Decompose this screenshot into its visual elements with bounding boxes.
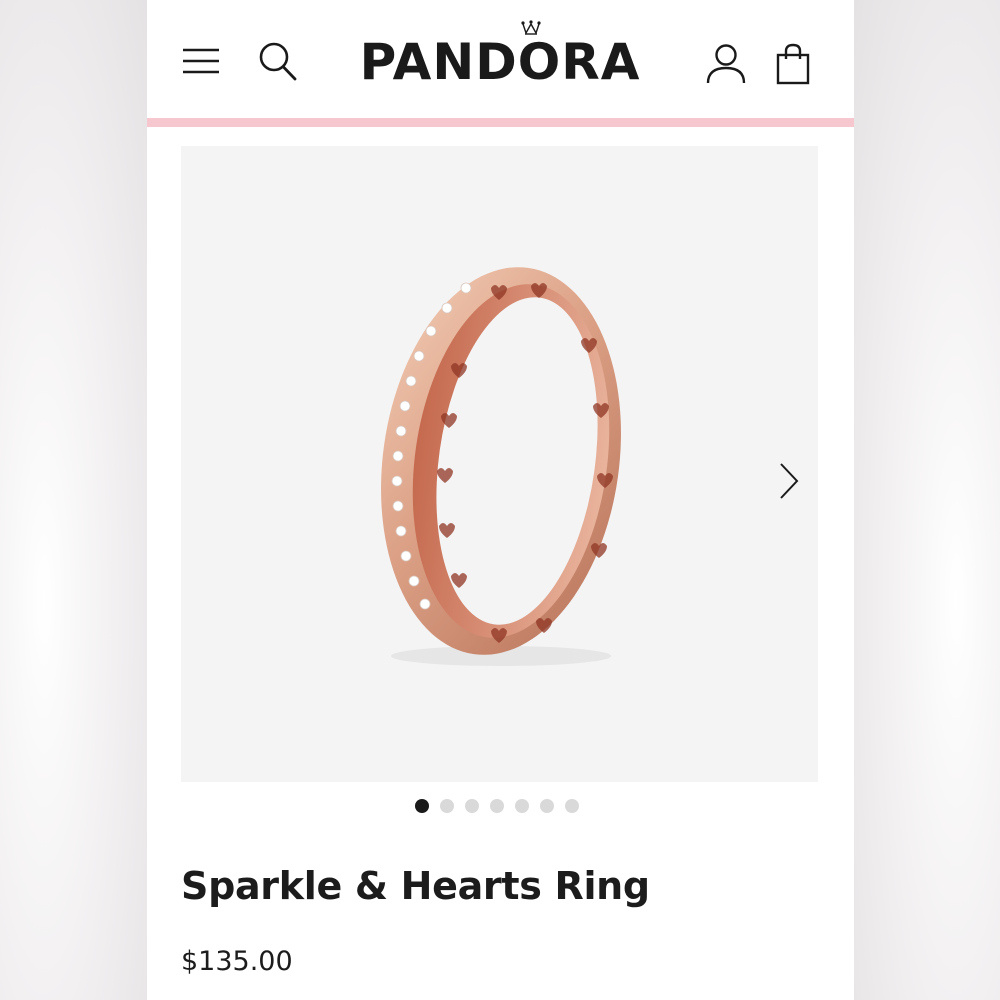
search-icon[interactable] [257,40,299,84]
product-title: Sparkle & Hearts Ring [181,864,650,908]
brand-logo[interactable]: PANDORA [345,20,655,92]
pagination-dot[interactable] [465,799,479,813]
site-header: PANDORA [147,0,854,118]
product-image-gallery[interactable] [181,146,818,782]
pagination-dot[interactable] [565,799,579,813]
brand-logo-text: PANDORA [359,33,641,91]
pagination-dot[interactable] [515,799,529,813]
ring-product-image [381,267,621,666]
chevron-right-icon[interactable] [777,461,801,501]
background-left [0,0,147,1000]
header-accent-bar [147,118,854,127]
phone-screen: PANDORA Sparkle & Hearts Ring $135.00 [147,0,854,1000]
account-icon[interactable] [705,42,747,86]
pagination-dot[interactable] [440,799,454,813]
background-right [854,0,1000,1000]
product-price: $135.00 [181,946,293,977]
pagination-dot[interactable] [540,799,554,813]
pagination-dot[interactable] [490,799,504,813]
shopping-bag-icon[interactable] [775,42,811,86]
pagination-dot-active[interactable] [415,799,429,813]
hamburger-menu-icon[interactable] [181,44,221,78]
gallery-pagination [415,799,585,815]
